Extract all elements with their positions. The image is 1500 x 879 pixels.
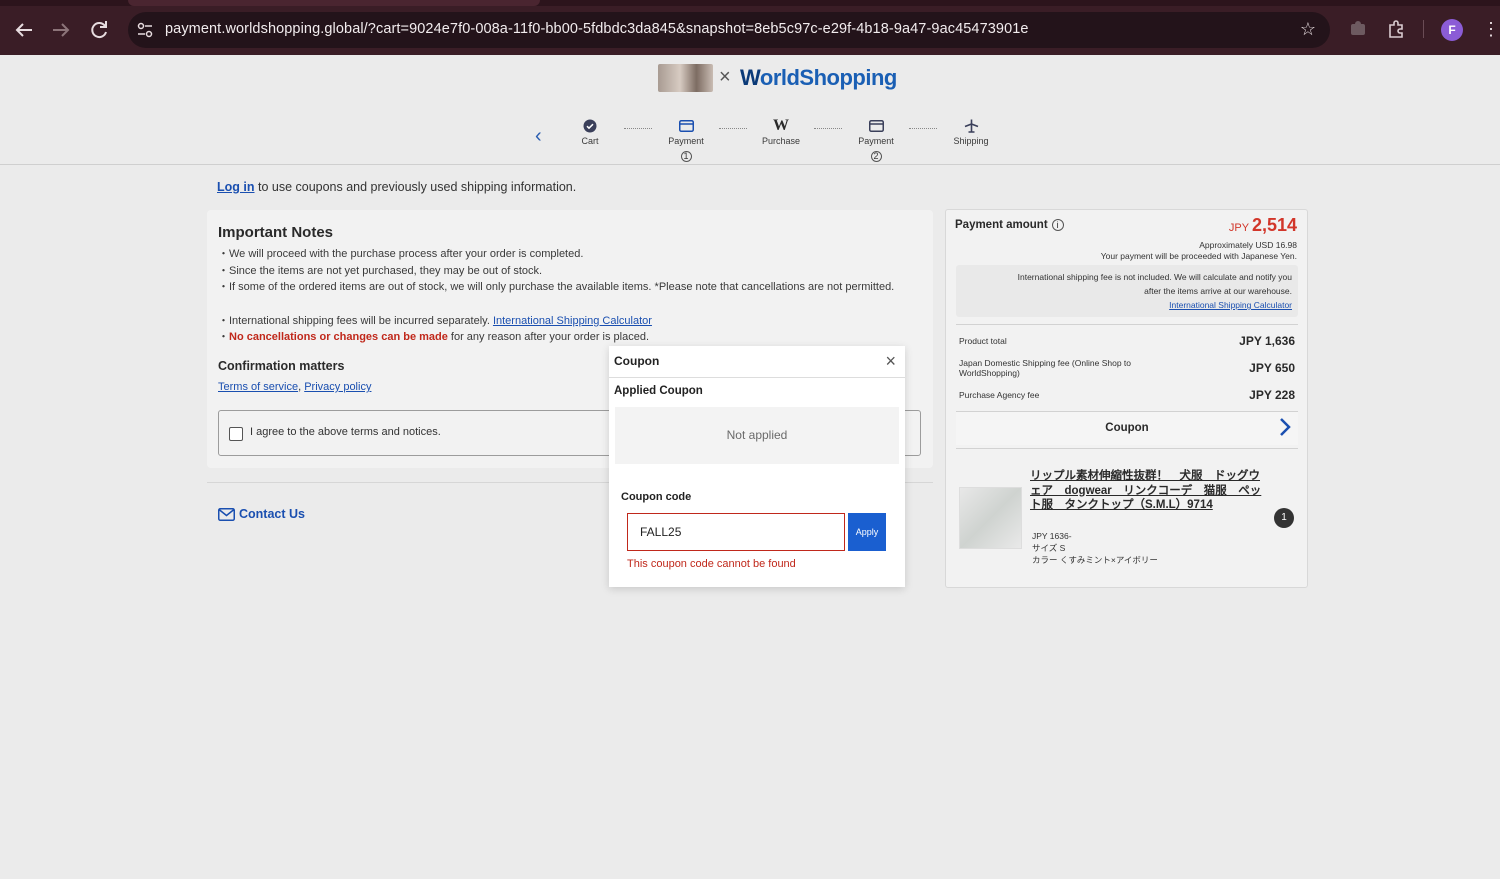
summary-row-domestic-shipping: Japan Domestic Shipping fee (Online Shop… <box>959 358 1295 378</box>
summary-divider <box>956 448 1298 449</box>
back-icon[interactable] <box>12 18 36 42</box>
info-icon[interactable]: i <box>1051 219 1064 231</box>
step-connector <box>814 128 842 129</box>
product-title-link[interactable]: リップル素材伸縮性抜群！ 犬服 ドッグウェア dogwear リンクコーデ 猫服… <box>1030 469 1266 513</box>
quantity-badge: 1 <box>1274 508 1294 528</box>
coupon-code-label: Coupon code <box>621 491 692 503</box>
toolbar-separator <box>1423 20 1424 38</box>
mail-icon <box>218 507 235 521</box>
notes-title: Important Notes <box>218 224 334 241</box>
privacy-link[interactable]: Privacy policy <box>304 381 371 393</box>
applied-coupon-box: Not applied <box>615 407 899 464</box>
logo-separator: × <box>719 66 731 88</box>
note-item: ・International shipping fees will be inc… <box>218 315 652 327</box>
international-shipping-note: International shipping fee is not includ… <box>956 265 1298 317</box>
extensions-icon[interactable] <box>1385 18 1407 40</box>
step-payment-1: Payment 1 <box>656 118 716 164</box>
legal-links: Terms of service, Privacy policy <box>218 381 372 393</box>
login-link[interactable]: Log in <box>217 180 255 194</box>
step-payment-2: Payment 2 <box>846 118 906 164</box>
step-cart: Cart <box>560 118 620 146</box>
modal-header: Coupon × <box>609 346 905 378</box>
summary-row-product-total: Product total JPY 1,636 <box>959 334 1295 348</box>
address-bar[interactable]: payment.worldshopping.global/?cart=9024e… <box>128 12 1330 48</box>
summary-divider <box>956 324 1298 325</box>
confirmation-title: Confirmation matters <box>218 359 345 373</box>
card-icon <box>656 118 716 134</box>
w-logo-icon: W <box>773 117 789 134</box>
summary-row-agency-fee: Purchase Agency fee JPY 228 <box>959 388 1295 402</box>
profile-avatar[interactable]: F <box>1441 19 1463 41</box>
note-item: ・Since the items are not yet purchased, … <box>218 265 543 277</box>
step-connector <box>909 128 937 129</box>
close-icon[interactable]: × <box>885 351 896 371</box>
step-connector <box>719 128 747 129</box>
shipping-calculator-link[interactable]: International Shipping Calculator <box>493 315 652 327</box>
forward-icon[interactable] <box>49 18 73 42</box>
modal-title: Coupon <box>614 354 660 368</box>
extension-puzzle-icon[interactable] <box>1347 18 1369 40</box>
active-tab[interactable] <box>128 0 540 6</box>
worldshopping-logo: WorldShopping <box>740 65 897 90</box>
check-circle-icon <box>560 118 620 134</box>
agree-checkbox[interactable] <box>229 427 243 441</box>
reload-icon[interactable] <box>87 18 111 42</box>
note-item: ・We will proceed with the purchase proce… <box>218 248 584 260</box>
url-text[interactable]: payment.worldshopping.global/?cart=9024e… <box>165 21 1029 37</box>
note-item: ・If some of the ordered items are out of… <box>218 281 895 293</box>
login-prompt: Log in to use coupons and previously use… <box>217 180 577 194</box>
step-purchase: W Purchase <box>751 117 811 146</box>
approx-usd: Approximately USD 16.98 Your payment wil… <box>1100 240 1297 261</box>
payment-amount-label: Payment amount i <box>955 219 1064 231</box>
agree-label: I agree to the above terms and notices. <box>250 426 441 438</box>
checkout-header: × WorldShopping ‹ Cart Payment 1 W Purch… <box>0 55 1500 165</box>
site-settings-icon[interactable] <box>136 21 154 39</box>
browser-menu-icon[interactable]: ⋮ <box>1482 18 1500 40</box>
shop-logo-image <box>658 64 713 92</box>
coupon-error-message: This coupon code cannot be found <box>627 558 796 570</box>
coupon-row-button[interactable]: Coupon <box>956 412 1298 445</box>
order-summary: Payment amount i JPY 2,514 Approximately… <box>945 209 1308 588</box>
apply-button[interactable]: Apply <box>848 513 886 551</box>
card-icon <box>846 118 906 134</box>
back-chevron-icon[interactable]: ‹ <box>535 125 542 148</box>
applied-coupon-label: Applied Coupon <box>614 385 703 397</box>
terms-link[interactable]: Terms of service <box>218 381 298 393</box>
coupon-modal: Coupon × Applied Coupon Not applied Coup… <box>609 346 905 587</box>
browser-chrome: payment.worldshopping.global/?cart=9024e… <box>0 0 1500 55</box>
no-cancellation-warning: No cancellations or changes can be made <box>229 331 448 343</box>
chevron-right-icon <box>1278 417 1292 443</box>
payment-amount: JPY 2,514 <box>1228 215 1297 235</box>
product-thumbnail[interactable] <box>959 487 1022 549</box>
shipping-calculator-link[interactable]: International Shipping Calculator <box>1169 300 1292 310</box>
airplane-icon <box>941 118 1001 134</box>
step-shipping: Shipping <box>941 118 1001 146</box>
note-item: ・No cancellations or changes can be made… <box>218 331 650 343</box>
bookmark-star-icon[interactable]: ☆ <box>1300 19 1316 40</box>
product-meta: JPY 1636- サイズ S カラー くすみミント×アイボリー <box>1032 531 1158 565</box>
contact-us-link[interactable]: Contact Us <box>218 507 305 521</box>
coupon-code-input[interactable] <box>627 513 845 551</box>
step-connector <box>624 128 652 129</box>
